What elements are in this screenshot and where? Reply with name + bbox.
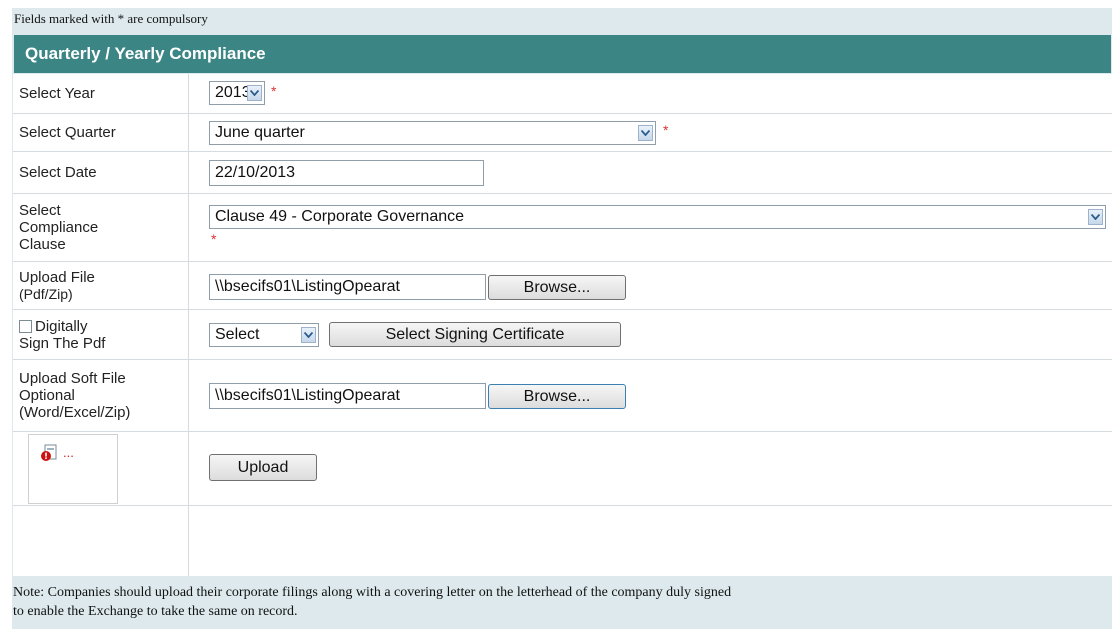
required-marker: * <box>211 231 217 247</box>
upload-file-label: Upload File (Pdf/Zip) <box>13 262 189 309</box>
upload-file-label-line: (Pdf/Zip) <box>19 285 73 302</box>
sign-select-value: Select <box>215 326 260 343</box>
row-select-year: Select Year 2013 * <box>13 74 1112 114</box>
row-compliance-clause: Select Compliance Clause Clause 49 - Cor… <box>13 194 1112 262</box>
upload-soft-file-path[interactable]: \\bsecifs01\ListingOpearat <box>209 383 486 409</box>
footer-note: Note: Companies should upload their corp… <box>13 583 1108 621</box>
select-quarter-label: Select Quarter <box>13 114 189 151</box>
chevron-down-icon[interactable] <box>301 327 316 343</box>
row-select-quarter: Select Quarter June quarter * <box>13 114 1112 152</box>
row-broken-image <box>13 506 1112 576</box>
compliance-clause-label: Select Compliance Clause <box>13 194 189 261</box>
empty-label-cell <box>13 506 189 576</box>
row-upload-file: Upload File (Pdf/Zip) \\bsecifs01\Listin… <box>13 262 1112 310</box>
select-date-label: Select Date <box>13 152 189 193</box>
quarter-select-value: June quarter <box>215 124 305 141</box>
browse-soft-file-button[interactable]: Browse... <box>488 384 626 409</box>
required-marker: * <box>271 83 277 99</box>
required-marker: * <box>663 122 669 138</box>
compliance-clause-label-line: Clause <box>19 236 66 253</box>
chevron-down-icon[interactable] <box>247 85 262 101</box>
chevron-down-icon[interactable] <box>1088 209 1103 225</box>
compliance-clause-label-line: Select <box>19 202 61 219</box>
quarter-select[interactable]: June quarter <box>209 121 656 145</box>
year-select-value: 2013 <box>215 84 251 101</box>
upload-button[interactable]: Upload <box>209 454 317 481</box>
upload-soft-file-label-line: (Word/Excel/Zip) <box>19 404 131 421</box>
chevron-down-icon[interactable] <box>638 125 653 141</box>
digital-sign-label: Digitally Sign The Pdf <box>13 310 189 359</box>
year-select[interactable]: 2013 <box>209 81 265 105</box>
upload-file-label-line: Upload File <box>19 268 95 286</box>
upload-soft-file-label: Upload Soft File Optional (Word/Excel/Zi… <box>13 360 189 431</box>
upload-soft-file-label-line: Upload Soft File <box>19 370 126 387</box>
select-year-label: Select Year <box>13 74 189 113</box>
broken-image-text: ... <box>63 445 74 460</box>
section-header: Quarterly / Yearly Compliance <box>14 35 1111 73</box>
row-upload-action: Upload <box>13 432 1112 506</box>
compulsory-notice: Fields marked with * are compulsory <box>14 11 208 26</box>
digital-sign-label-line: Sign The Pdf <box>19 334 106 352</box>
compliance-clause-select[interactable]: Clause 49 - Corporate Governance <box>209 205 1106 229</box>
broken-image-icon <box>40 444 58 467</box>
compliance-clause-label-line: Compliance <box>19 219 99 236</box>
digitally-sign-checkbox[interactable] <box>19 320 32 334</box>
browse-button[interactable]: Browse... <box>488 275 626 300</box>
compliance-clause-value: Clause 49 - Corporate Governance <box>215 208 465 225</box>
sign-select[interactable]: Select <box>209 323 319 347</box>
compliance-form: Select Year 2013 * Select Quarter June q… <box>13 74 1112 576</box>
upload-soft-file-label-line: Optional <box>19 387 75 404</box>
date-field[interactable]: 22/10/2013 <box>209 160 484 186</box>
row-upload-soft-file: Upload Soft File Optional (Word/Excel/Zi… <box>13 360 1112 432</box>
row-select-date: Select Date 22/10/2013 <box>13 152 1112 194</box>
row-digital-sign: Digitally Sign The Pdf Select Select Sig… <box>13 310 1112 360</box>
select-signing-certificate-button[interactable]: Select Signing Certificate <box>329 322 621 347</box>
upload-file-path[interactable]: \\bsecifs01\ListingOpearat <box>209 274 486 300</box>
digital-sign-label-line: Digitally <box>35 317 88 335</box>
broken-image-placeholder: ... <box>28 434 118 504</box>
footer-note-line: to enable the Exchange to take the same … <box>13 604 298 619</box>
footer-note-line: Note: Companies should upload their corp… <box>13 585 732 600</box>
